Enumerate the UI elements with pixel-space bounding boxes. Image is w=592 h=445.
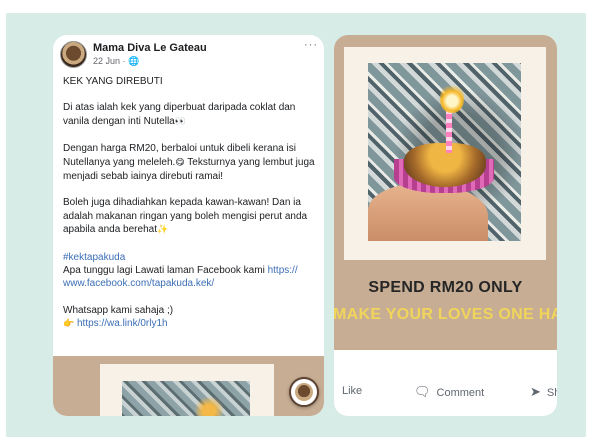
cupcake-photo bbox=[368, 63, 521, 241]
post-header: Mama Diva Le Gateau 22 Jun · 🌐 ··· bbox=[60, 39, 320, 69]
page-avatar-icon bbox=[295, 383, 313, 401]
ad-image[interactable]: SPEND RM20 ONLY MAKE YOUR LOVES ONE HA bbox=[334, 35, 557, 350]
post-headline: KEK YANG DIREBUTI bbox=[63, 76, 163, 87]
avatar[interactable] bbox=[60, 41, 87, 68]
post-paragraph-2: Dengan harga RM20, berbaloi untuk dibeli… bbox=[63, 143, 315, 183]
comment-icon: 🗨 bbox=[414, 385, 431, 400]
page-avatar-button[interactable] bbox=[289, 377, 319, 407]
yum-emoji-icon: 😋 bbox=[175, 157, 185, 168]
post-paragraph-5: Whatsapp kami sahaja ;) 👉 https://wa.lin… bbox=[63, 304, 174, 330]
ad-photo-frame bbox=[344, 47, 546, 260]
cake-photo bbox=[122, 381, 250, 416]
hashtag-link[interactable]: #kektapakuda bbox=[63, 252, 125, 263]
like-button[interactable]: Like bbox=[342, 385, 362, 397]
ad-title: SPEND RM20 ONLY bbox=[368, 279, 523, 296]
post-paragraph-4: #kektapakuda Apa tunggu lagi Lawati lama… bbox=[63, 251, 298, 290]
like-label: Like bbox=[342, 385, 363, 397]
ad-subtitle: MAKE YOUR LOVES ONE HA bbox=[334, 306, 557, 323]
ad-card: SPEND RM20 ONLY MAKE YOUR LOVES ONE HA L… bbox=[334, 35, 557, 416]
comment-button[interactable]: 🗨 Comment bbox=[414, 385, 484, 400]
post-card: Mama Diva Le Gateau 22 Jun · 🌐 ··· KEK Y… bbox=[53, 35, 324, 416]
share-label: Sh bbox=[546, 386, 557, 399]
post-text: KEK YANG DIREBUTI Di atas ialah kek yang… bbox=[63, 75, 319, 332]
post-date[interactable]: 22 Jun bbox=[93, 56, 120, 66]
screenshot-canvas: Mama Diva Le Gateau 22 Jun · 🌐 ··· KEK Y… bbox=[6, 13, 586, 437]
post-paragraph-3: Boleh juga dihadiahkan kepada kawan-kawa… bbox=[63, 197, 308, 236]
whatsapp-link[interactable]: https://wa.link/0rly1h bbox=[74, 318, 168, 329]
more-options-button[interactable]: ··· bbox=[304, 39, 318, 51]
globe-icon: 🌐 bbox=[128, 57, 140, 67]
meta-separator: · bbox=[122, 56, 126, 66]
post-meta: 22 Jun · 🌐 bbox=[93, 56, 139, 67]
flame-shape bbox=[440, 83, 464, 113]
post-actions-bar: Like 🗨 Comment ➤ Sh bbox=[334, 385, 557, 405]
image-frame bbox=[100, 364, 274, 416]
cupcake-shape bbox=[404, 143, 486, 187]
sparkles-emoji-icon: ✨ bbox=[156, 225, 169, 236]
author-name[interactable]: Mama Diva Le Gateau bbox=[93, 42, 207, 54]
comment-label: Comment bbox=[436, 386, 485, 399]
eyes-emoji-icon: 👀 bbox=[174, 116, 186, 127]
post-image-preview[interactable] bbox=[53, 356, 324, 416]
pointing-hand-emoji-icon: 👉 bbox=[63, 319, 75, 330]
share-icon: ➤ bbox=[530, 385, 541, 400]
post-paragraph-1: Di atas ialah kek yang diperbuat daripad… bbox=[63, 102, 296, 127]
share-button[interactable]: ➤ Sh bbox=[530, 385, 557, 400]
